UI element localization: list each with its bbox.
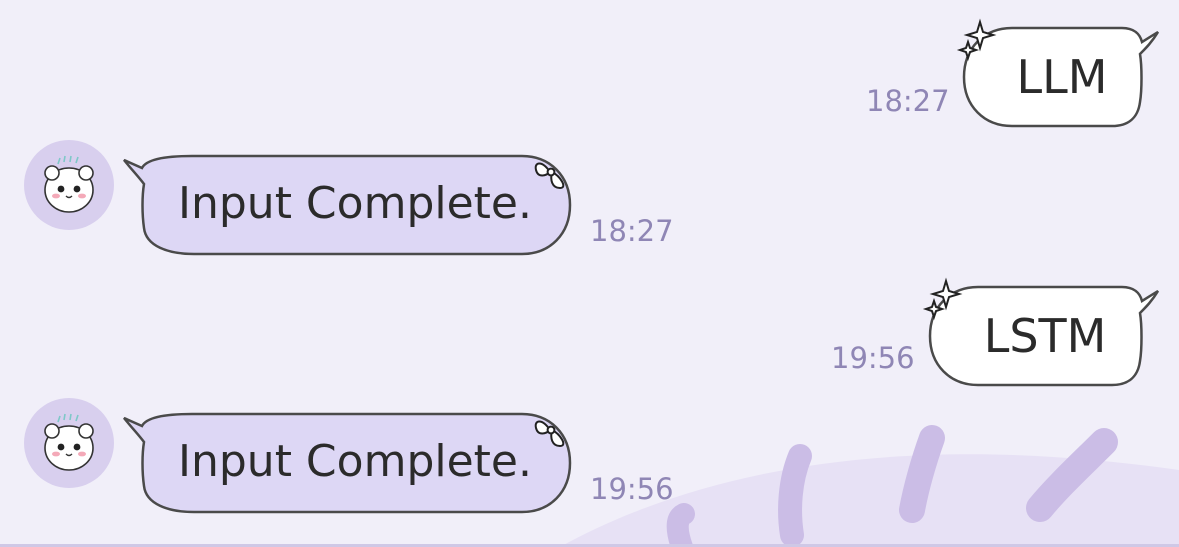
message-outgoing[interactable]: 19:56 LSTM bbox=[0, 265, 1179, 395]
message-text: Input Complete. bbox=[178, 436, 532, 487]
message-timestamp: 19:56 bbox=[831, 341, 915, 375]
message-text: LSTM bbox=[983, 309, 1107, 363]
message-outgoing[interactable]: 18:27 LLM bbox=[0, 0, 1179, 140]
chat-bubble-outgoing[interactable]: LSTM bbox=[922, 277, 1162, 389]
message-timestamp: 18:27 bbox=[866, 84, 950, 118]
message-incoming[interactable]: Input Complete. 18:27 bbox=[0, 140, 1179, 265]
message-incoming[interactable]: Input Complete. 19:56 bbox=[0, 398, 1179, 528]
chat-bubble-outgoing[interactable]: LLM bbox=[956, 18, 1162, 130]
avatar[interactable] bbox=[24, 398, 114, 488]
hamster-avatar-icon bbox=[44, 413, 94, 471]
message-text: Input Complete. bbox=[178, 178, 532, 229]
hamster-avatar-icon bbox=[44, 155, 94, 213]
chat-bubble-incoming[interactable]: Input Complete. bbox=[122, 412, 574, 516]
chat-view[interactable]: 18:27 LLM Input Complete. 18:27 19:56 LS… bbox=[0, 0, 1179, 547]
avatar[interactable] bbox=[24, 140, 114, 230]
message-timestamp: 19:56 bbox=[590, 472, 674, 506]
message-text: LLM bbox=[1016, 50, 1108, 104]
chat-bubble-incoming[interactable]: Input Complete. bbox=[122, 154, 574, 258]
message-timestamp: 18:27 bbox=[590, 214, 674, 248]
